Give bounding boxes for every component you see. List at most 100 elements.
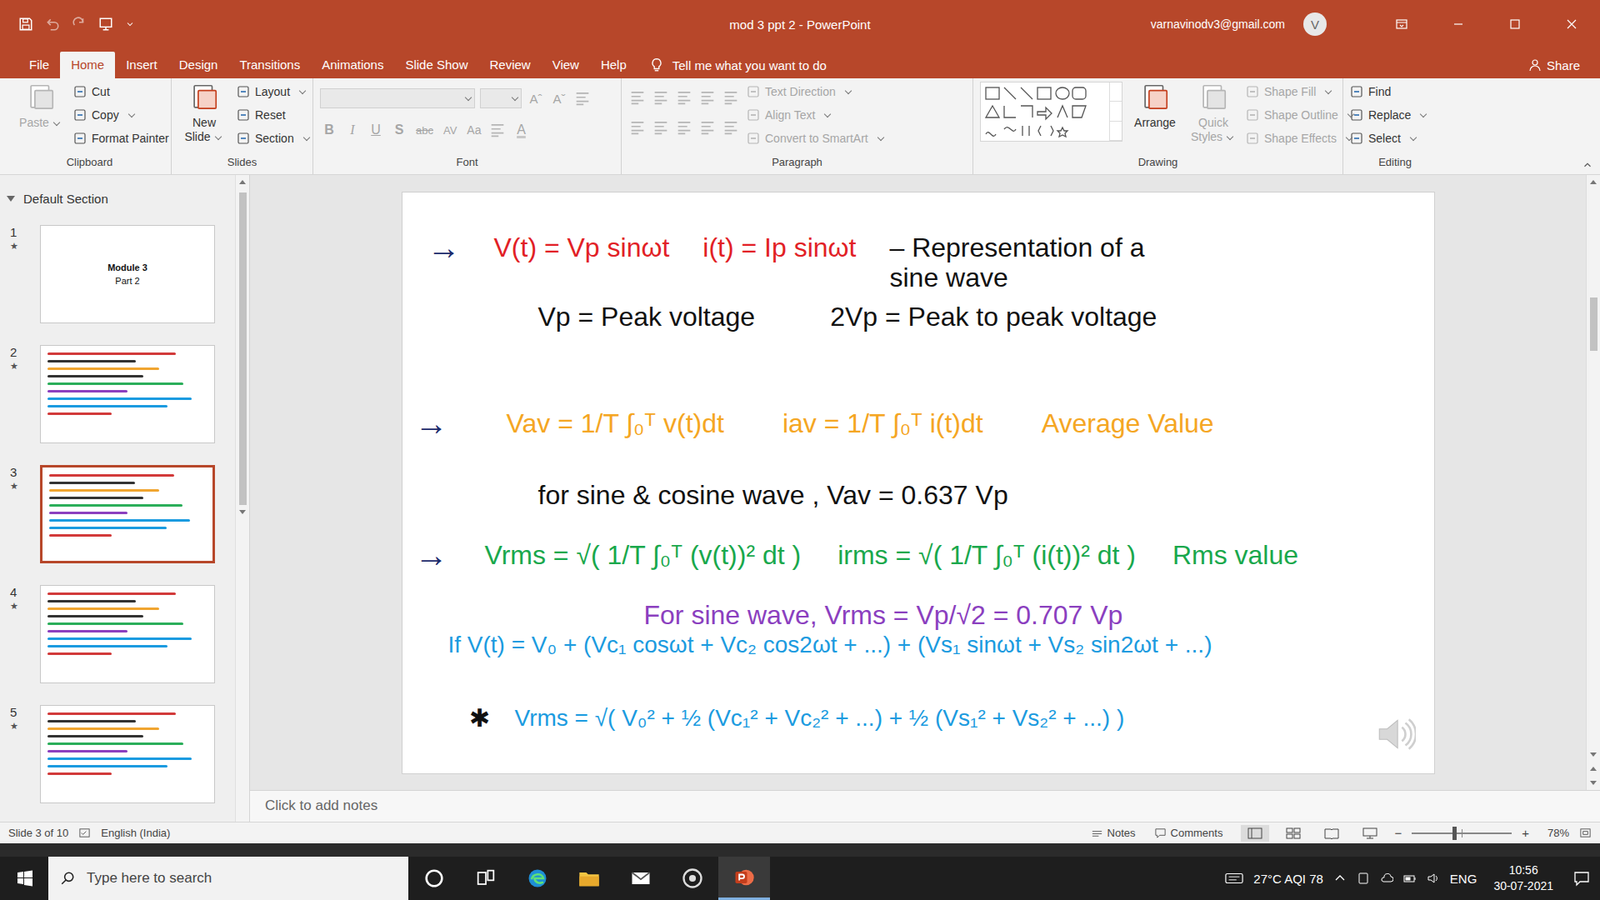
font-size-field[interactable]: [480, 88, 522, 109]
ribbon-tab[interactable]: File: [18, 51, 60, 79]
slide-thumbnail[interactable]: [40, 465, 215, 564]
tell-me-search[interactable]: Tell me what you want to do: [649, 51, 827, 79]
reading-view-icon[interactable]: [1317, 825, 1346, 842]
slide-thumbnail[interactable]: [40, 585, 215, 684]
format-icon[interactable]: [675, 118, 694, 137]
minimize-icon[interactable]: [1451, 17, 1465, 31]
battery-icon[interactable]: [1403, 871, 1417, 885]
ribbon-tab[interactable]: Design: [168, 51, 230, 79]
format-icon[interactable]: [628, 88, 647, 107]
ribbon-button[interactable]: Convert to SmartArt: [746, 128, 887, 149]
scroll-down-icon[interactable]: [1590, 752, 1597, 757]
ribbon-button[interactable]: Shape Outline: [1245, 105, 1357, 125]
ribbon-large-button[interactable]: New Slide: [178, 81, 230, 145]
format-button[interactable]: Aˇ: [550, 88, 569, 109]
spelling-icon[interactable]: [78, 826, 91, 840]
ribbon-tab[interactable]: Animations: [310, 51, 395, 79]
slide-thumbnail-row[interactable]: 4★: [6, 585, 235, 684]
ribbon-button[interactable]: Text Direction: [746, 81, 855, 102]
format-button[interactable]: I: [343, 120, 362, 140]
ribbon-button[interactable]: Layout: [236, 81, 309, 102]
notification-icon[interactable]: [1573, 870, 1590, 887]
format-button[interactable]: Aa: [464, 120, 484, 140]
slide-thumbnail[interactable]: [40, 705, 215, 804]
format-icon[interactable]: [628, 118, 647, 137]
ribbon-large-button[interactable]: Quick Styles: [1187, 81, 1240, 145]
slide-thumbnail[interactable]: [40, 345, 215, 444]
cloud-icon[interactable]: [1380, 871, 1394, 885]
comments-button[interactable]: Comments: [1154, 826, 1224, 840]
zoom-level[interactable]: 78%: [1547, 826, 1570, 840]
customize-icon[interactable]: [125, 19, 135, 30]
format-button[interactable]: B: [320, 120, 339, 140]
format-button[interactable]: Aˆ: [526, 88, 545, 109]
weather-icon[interactable]: [1225, 871, 1244, 885]
ribbon-tab[interactable]: Review: [478, 51, 541, 79]
account-avatar[interactable]: V: [1303, 12, 1327, 36]
pane-scrollbar[interactable]: [235, 175, 250, 822]
ribbon-button[interactable]: Replace: [1350, 105, 1430, 125]
powerpoint-button[interactable]: [718, 856, 770, 900]
ribbon-large-button[interactable]: Paste: [15, 81, 67, 130]
task-view-button[interactable]: [460, 856, 512, 900]
ribbon-tab[interactable]: Home: [60, 51, 115, 79]
format-icon[interactable]: [488, 120, 507, 140]
ribbon-button[interactable]: Cut: [73, 81, 110, 102]
edge-button[interactable]: [511, 856, 564, 900]
scroll-down-icon[interactable]: [239, 510, 246, 515]
weather[interactable]: 27°C AQI 78: [1253, 871, 1324, 886]
collapse-ribbon-icon[interactable]: [1581, 159, 1594, 171]
ribbon-tab[interactable]: View: [541, 51, 590, 79]
ribbon-large-button[interactable]: Arrange: [1129, 81, 1181, 130]
maximize-icon[interactable]: [1508, 17, 1522, 31]
slide-thumbnail-row[interactable]: 1★Module 3Part 2: [6, 225, 235, 324]
format-icon[interactable]: [675, 88, 694, 107]
ribbon-button[interactable]: Reset: [236, 105, 286, 125]
ribbon-button[interactable]: Select: [1350, 128, 1420, 149]
normal-view-icon[interactable]: [1240, 825, 1270, 842]
present-icon[interactable]: [98, 16, 114, 32]
zoom-slider[interactable]: [1411, 832, 1512, 835]
format-button[interactable]: AV: [440, 120, 460, 140]
slide-thumbnail[interactable]: Module 3Part 2: [40, 225, 215, 324]
zoom-in-button[interactable]: +: [1521, 825, 1530, 840]
audio-icon[interactable]: [1374, 713, 1416, 755]
mail-button[interactable]: [615, 856, 667, 900]
volume-icon[interactable]: [1426, 871, 1440, 885]
ribbon-button[interactable]: Find: [1350, 81, 1391, 102]
font-name-field[interactable]: [320, 88, 475, 109]
notes-button[interactable]: Notes: [1090, 826, 1136, 840]
ribbon-tab[interactable]: Slide Show: [394, 51, 479, 79]
slide[interactable]: →V(t) = Vp sinωti(t) = Ip sinωt– Represe…: [401, 191, 1435, 775]
windows-logo-icon[interactable]: [16, 870, 34, 887]
device-icon[interactable]: [1356, 871, 1370, 885]
slide-thumbnail-row[interactable]: 3★: [6, 465, 235, 564]
ribbon-button[interactable]: Section: [236, 128, 313, 149]
format-icon[interactable]: [721, 88, 740, 107]
input-language[interactable]: ENG: [1450, 871, 1478, 886]
editor-scrollbar[interactable]: [1585, 175, 1600, 790]
ribbon-button[interactable]: Shape Fill: [1245, 81, 1335, 102]
language[interactable]: English (India): [100, 826, 170, 840]
media-button[interactable]: [666, 856, 719, 900]
collapse-icon[interactable]: [6, 195, 15, 202]
ribbon-tab[interactable]: Help: [590, 51, 638, 79]
clock[interactable]: 10:5630-07-2021: [1493, 862, 1554, 895]
ribbon-display-icon[interactable]: [1395, 17, 1409, 31]
taskbar-search[interactable]: Type here to search: [48, 856, 409, 900]
ribbon-tab[interactable]: Transitions: [228, 51, 311, 79]
ribbon-tab[interactable]: Insert: [115, 51, 169, 79]
shapes-gallery[interactable]: [980, 81, 1123, 142]
format-icon[interactable]: [573, 89, 592, 108]
format-icon[interactable]: [721, 118, 740, 137]
zoom-out-button[interactable]: −: [1394, 825, 1402, 840]
zoom-thumb[interactable]: [1452, 826, 1457, 840]
cortana-button[interactable]: [408, 856, 460, 900]
file-explorer-button[interactable]: [563, 856, 615, 900]
slide-sorter-icon[interactable]: [1279, 825, 1308, 842]
redo-icon[interactable]: [71, 16, 87, 32]
format-icon[interactable]: [651, 88, 670, 107]
account-name[interactable]: varnavinodv3@gmail.com: [1150, 17, 1285, 31]
share-button[interactable]: Share: [1528, 51, 1600, 79]
ribbon-button[interactable]: Shape Effects: [1245, 128, 1355, 149]
